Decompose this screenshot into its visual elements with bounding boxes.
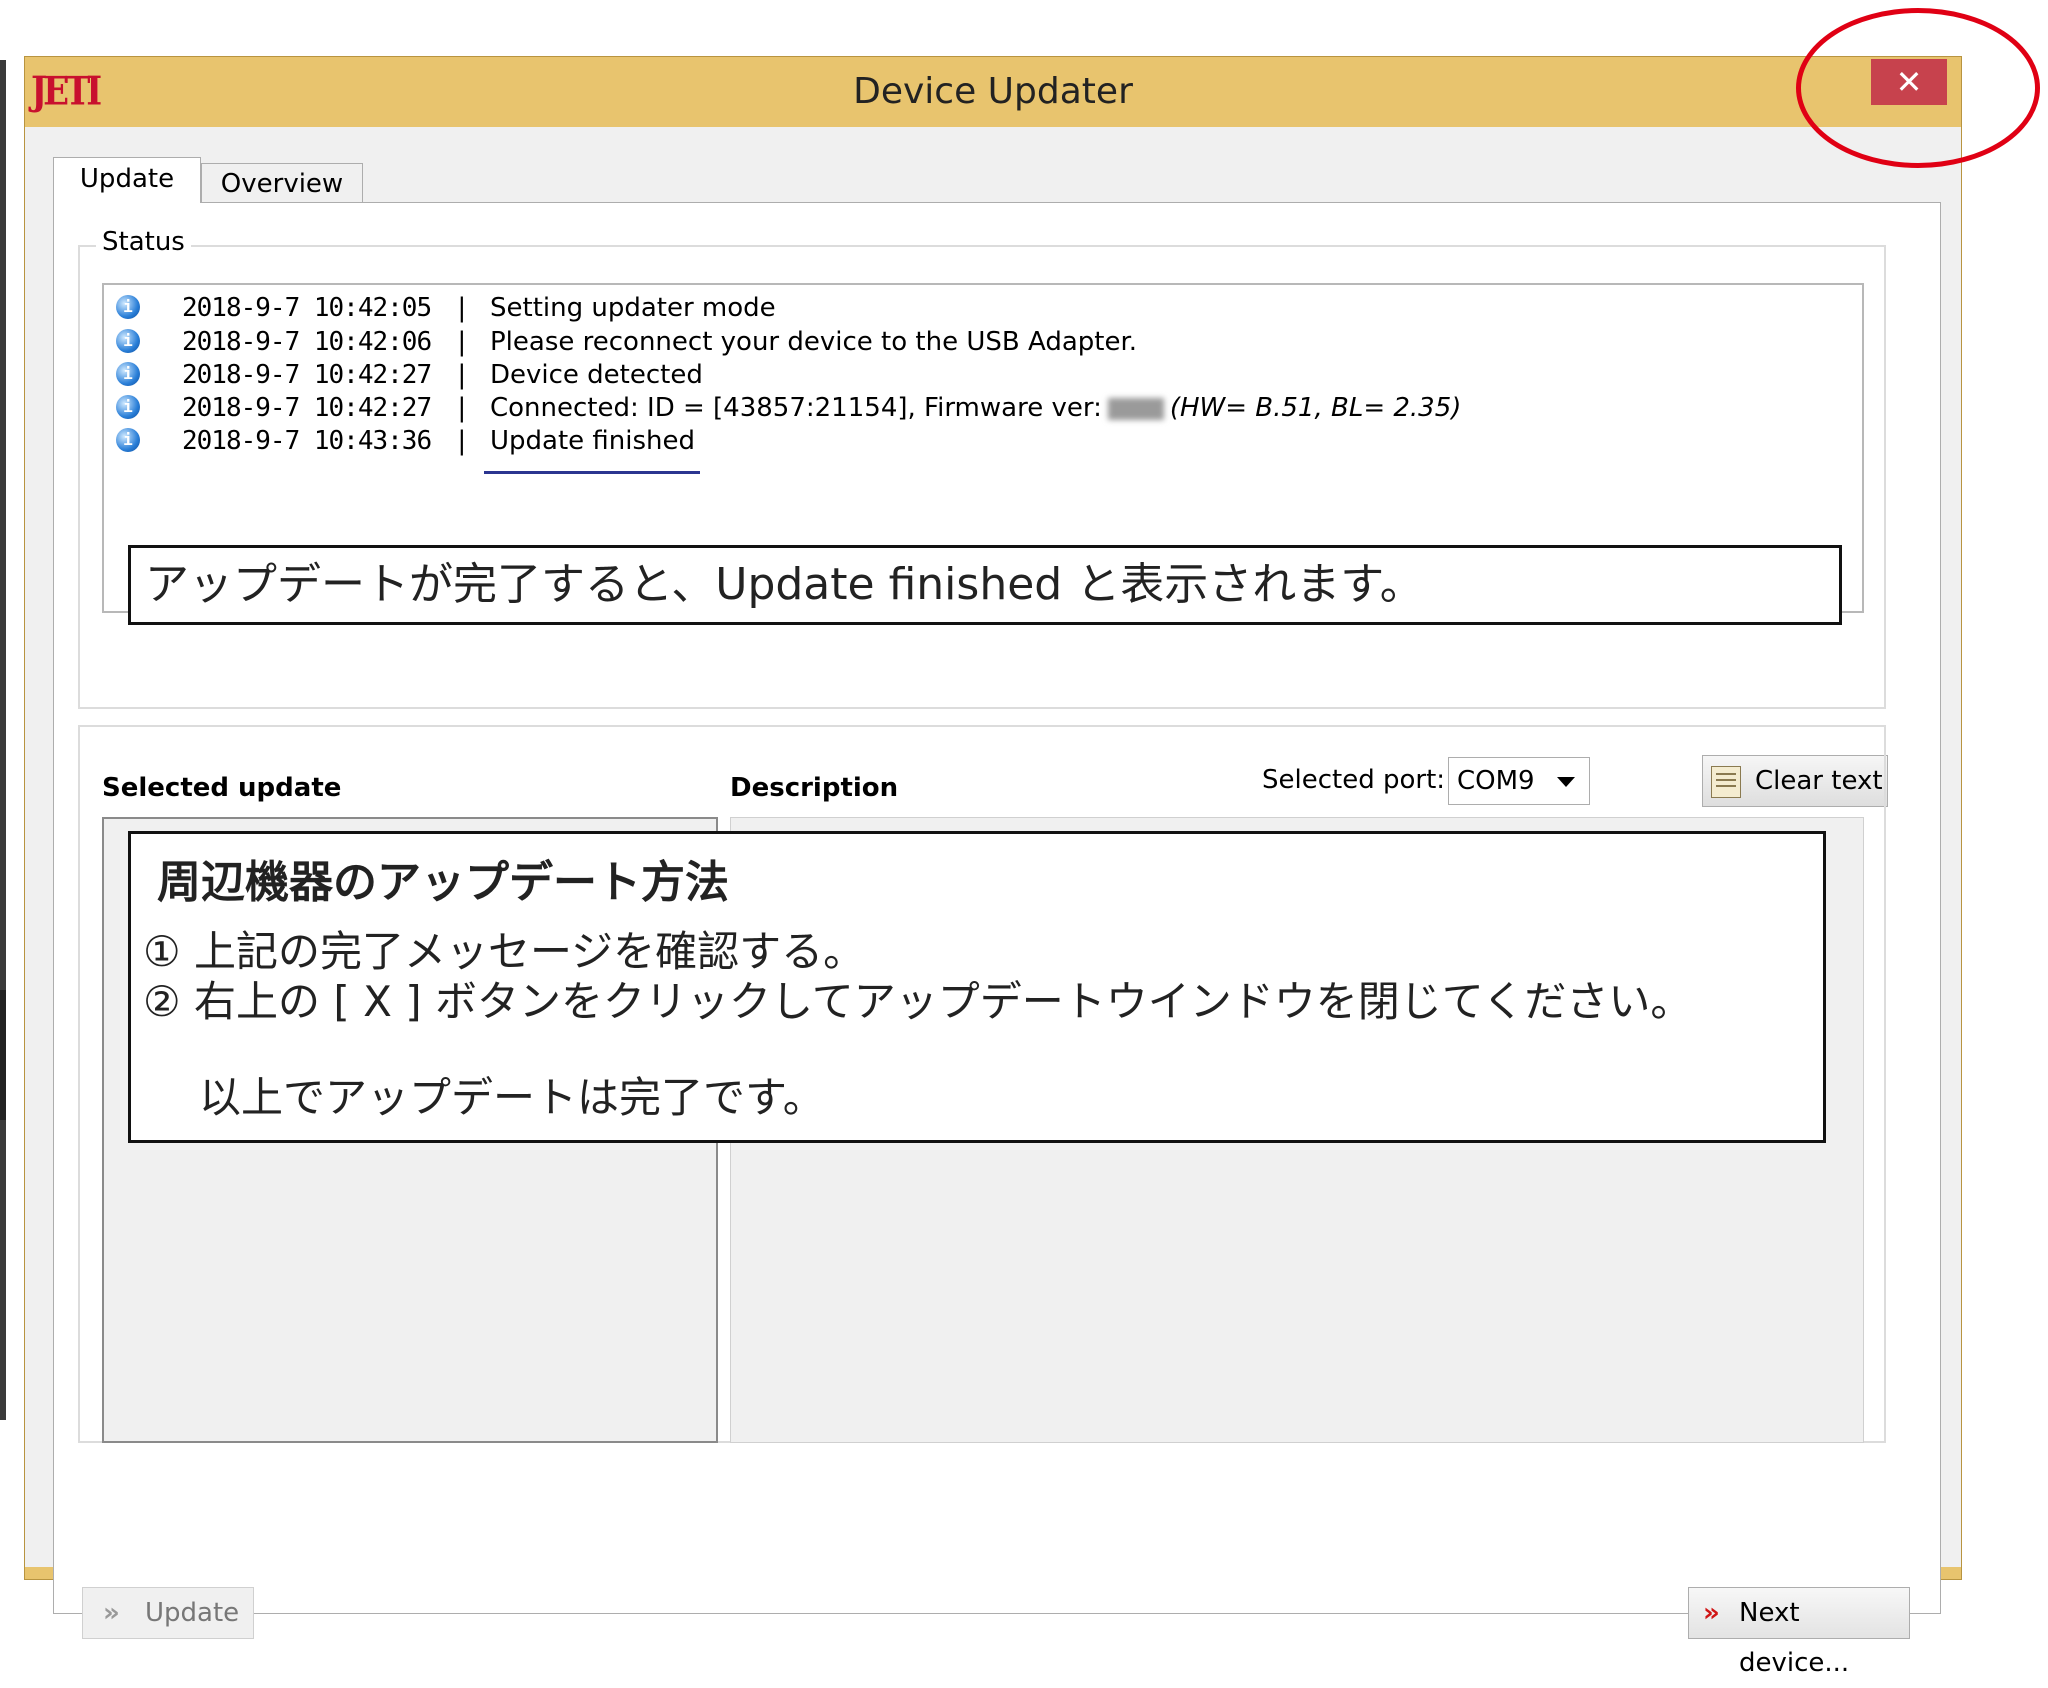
log-separator: | <box>454 426 470 456</box>
log-time: 2018-9-7 10:42:27 <box>182 393 432 423</box>
log-message: Connected: ID = [43857:21154], Firmware … <box>490 391 1461 425</box>
window-title: Device Updater <box>853 71 1133 112</box>
tab-update[interactable]: Update <box>53 157 201 203</box>
next-device-button[interactable]: » Next device... <box>1688 1587 1910 1678</box>
double-chevron-right-icon: » <box>1703 1598 1720 1628</box>
info-icon: i <box>116 362 140 386</box>
log-separator: | <box>454 360 470 390</box>
info-icon: i <box>116 395 140 419</box>
double-chevron-right-icon: » <box>103 1598 120 1628</box>
tab-page-update: Status i 2018-9-7 10:42:05 | Setting upd… <box>53 202 1941 1678</box>
title-bar[interactable]: JETI Device Updater ✕ <box>25 57 1961 127</box>
description-header: Description <box>730 773 899 803</box>
redacted-version <box>1107 397 1164 420</box>
annotation-title: 周辺機器のアップデート方法 <box>157 857 729 908</box>
log-separator: | <box>454 293 470 323</box>
log-time: 2018-9-7 10:43:36 <box>182 426 432 456</box>
update-button[interactable]: » Update <box>82 1587 254 1639</box>
selected-update-header: Selected update <box>102 773 342 803</box>
log-message-prefix: Connected: ID = [43857:21154], Firmware … <box>490 393 1102 423</box>
log-separator: | <box>454 393 470 423</box>
hw-version: (HW= B.51, BL= 2.35) <box>1169 393 1462 423</box>
info-icon: i <box>116 428 140 452</box>
background-edge <box>0 990 6 1120</box>
annotation-update-finished: アップデートが完了すると、Update finished と表示されます。 <box>128 545 1842 625</box>
annotation-instructions: 周辺機器のアップデート方法 ① 上記の完了メッセージを確認する。 ② 右上の [… <box>128 831 1826 1143</box>
log-time: 2018-9-7 10:42:06 <box>182 327 432 357</box>
finished-underline <box>484 471 700 474</box>
window-client: Update Overview Status i 2018-9-7 10:42:… <box>25 127 1961 1678</box>
log-message: Please reconnect your device to the USB … <box>490 327 1138 357</box>
update-button-label: Update <box>145 1598 240 1628</box>
log-time: 2018-9-7 10:42:27 <box>182 360 432 390</box>
log-message: Setting updater mode <box>490 293 776 323</box>
log-message: Update finished <box>490 426 696 456</box>
status-group-label: Status <box>96 227 191 257</box>
log-message: Device detected <box>490 360 703 390</box>
annotation-step-2: ② 右上の [ X ] ボタンをクリックしてアップデートウインドウを閉じてくださ… <box>143 977 1693 1026</box>
annotation-complete: 以上でアップデートは完了です。 <box>199 1073 825 1122</box>
info-icon: i <box>116 295 140 319</box>
info-icon: i <box>116 329 140 353</box>
log-separator: | <box>454 327 470 357</box>
next-device-label: Next device... <box>1739 1598 1850 1678</box>
tab-overview[interactable]: Overview <box>201 163 363 203</box>
device-updater-window: JETI Device Updater ✕ Update Overview St… <box>24 56 1962 1678</box>
log-time: 2018-9-7 10:42:05 <box>182 293 432 323</box>
background-edge <box>0 60 6 1420</box>
highlight-circle <box>1796 8 2040 168</box>
